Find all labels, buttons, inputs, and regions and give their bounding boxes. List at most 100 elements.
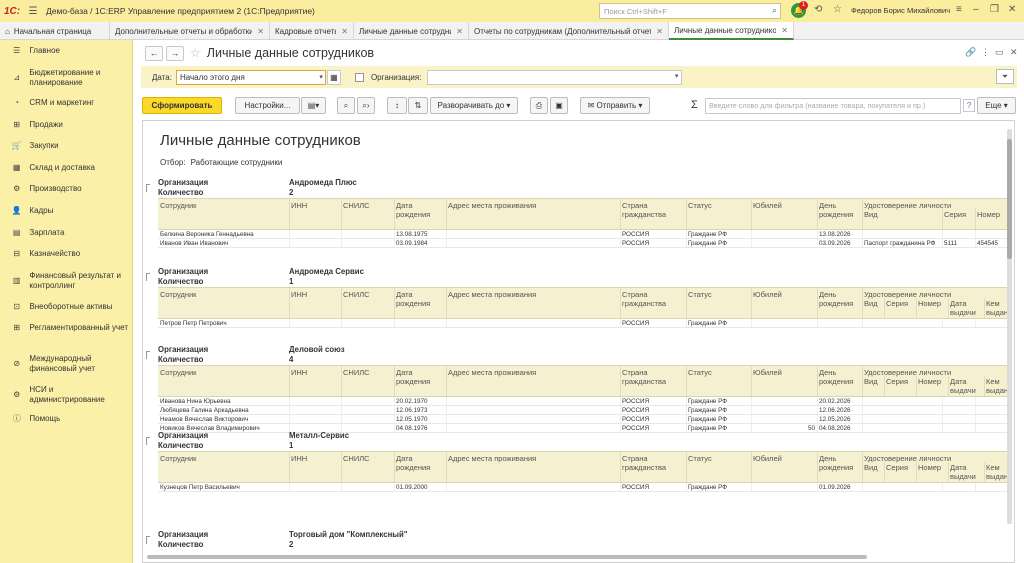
tab-0[interactable]: ⌂ Начальная страница xyxy=(0,22,110,40)
sidebar-item-budgeting[interactable]: ⊿ Бюджетирование и планирование xyxy=(0,68,130,87)
tab-3[interactable]: Личные данные сотрудников ✕ xyxy=(354,22,469,40)
group-collapse-line[interactable] xyxy=(146,536,150,544)
dropdown-arrow-icon[interactable]: ▾ xyxy=(319,71,323,84)
menu-icon[interactable]: ☰ xyxy=(26,4,40,18)
sidebar-item-sales[interactable]: ⊞ Продажи xyxy=(0,120,130,130)
minimize-icon[interactable]: – xyxy=(973,4,979,15)
close-tab-icon[interactable]: ✕ xyxy=(341,27,348,36)
sidebar-item-help[interactable]: ⓘ Помощь xyxy=(0,414,130,424)
sidebar-item-main[interactable]: ☰ Главное xyxy=(0,46,130,56)
sidebar-item-purchases[interactable]: 🛒 Закупки xyxy=(0,141,130,151)
tab-label: Кадровые отчеты xyxy=(275,26,337,36)
tab-4[interactable]: Отчеты по сотрудникам (Дополнительный от… xyxy=(469,22,669,40)
table-row[interactable]: Кузнецов Петр Васильевич 01.09.2000 РОССИЯ… xyxy=(158,483,1008,492)
find-next-icon[interactable]: ⌕› xyxy=(357,97,375,114)
variants-button[interactable]: ▤▾ xyxy=(301,97,326,114)
favorite-star-icon[interactable]: ☆ xyxy=(190,46,201,60)
search-icon[interactable]: ⌕ xyxy=(772,5,777,16)
more-button[interactable]: Еще ▾ xyxy=(977,97,1016,114)
close-tab-icon[interactable]: ✕ xyxy=(257,27,264,36)
calendar-icon[interactable]: ▦ xyxy=(326,69,341,85)
sidebar-item-hr[interactable]: 👤 Кадры xyxy=(0,206,130,216)
close-window-icon[interactable]: ✕ xyxy=(1008,4,1016,15)
favorites-icon[interactable]: ☆ xyxy=(833,4,842,15)
print-icon[interactable]: ⎙ xyxy=(530,97,548,114)
sort-desc-icon[interactable]: ⇅ xyxy=(408,97,428,114)
tab-1[interactable]: Дополнительные отчеты и обработки ✕ xyxy=(110,22,270,40)
table-row[interactable]: Неамов Вячеслав Викторович 12.05.1970 РОСС… xyxy=(158,415,1008,424)
sidebar-item-financial-result[interactable]: ▥ Финансовый результат и контроллинг xyxy=(0,271,130,290)
sidebar-item-regulated-accounting[interactable]: ⊞ Регламентированный учет xyxy=(0,323,130,333)
organization-field[interactable]: ▾ xyxy=(427,69,683,85)
close-tab-icon[interactable]: ✕ xyxy=(781,26,788,35)
expand-to-button[interactable]: Разворачивать до ▾ xyxy=(430,97,518,114)
forward-button[interactable]: → xyxy=(166,45,184,61)
home-icon: ⌂ xyxy=(5,26,10,36)
horizontal-scrollbar[interactable] xyxy=(147,555,867,559)
financial-result-icon: ▥ xyxy=(12,275,21,285)
preview-icon[interactable]: ▣ xyxy=(550,97,568,114)
column-divider xyxy=(942,230,943,238)
cell-country: РОССИЯ xyxy=(622,407,650,414)
back-button[interactable]: ← xyxy=(145,45,163,61)
table-row[interactable]: Любяцева Галина Аркадьевна 12.06.1973 РОСС… xyxy=(158,406,1008,415)
sidebar-item-payroll[interactable]: ▤ Зарплата xyxy=(0,228,130,238)
cell-country: РОССИЯ xyxy=(622,240,650,247)
find-icon[interactable]: ⌕ xyxy=(337,97,355,114)
table-row[interactable]: Иванов Иван Иванович 03.09.1984 РОССИЯ Граж… xyxy=(158,239,1008,248)
sidebar-item-treasury[interactable]: ⊟ Казначейство xyxy=(0,249,130,259)
org-header-value: 1 xyxy=(289,277,294,286)
main-icon: ☰ xyxy=(13,46,21,55)
table-row[interactable]: Иванова Нина Юрьевна 20.02.1970 РОССИЯ Граж… xyxy=(158,397,1008,406)
history-icon[interactable]: ⟲ xyxy=(814,4,822,15)
organization-checkbox[interactable] xyxy=(354,72,364,82)
group-collapse-line[interactable] xyxy=(146,437,150,445)
vertical-scroll-thumb[interactable] xyxy=(1007,139,1012,259)
column-divider xyxy=(686,319,687,327)
column-divider xyxy=(862,319,863,327)
filter-funnel-icon[interactable]: ⏷ xyxy=(996,69,1014,84)
settings-button[interactable]: Настройки... xyxy=(235,97,300,114)
sidebar-item-ifrs[interactable]: ⊘ Международный финансовый учет xyxy=(0,354,130,373)
group-collapse-line[interactable] xyxy=(146,351,150,359)
tab-5[interactable]: Личные данные сотрудников ✕ xyxy=(669,22,794,40)
column-header-birthday: День рождения xyxy=(819,201,854,219)
org-header-label: Количество xyxy=(158,540,204,549)
page-title: Личные данные сотрудников xyxy=(206,46,375,60)
report-area[interactable]: Личные данные сотрудников Отбор: Работающ… xyxy=(142,120,1015,563)
column-divider xyxy=(862,230,863,238)
settings-icon[interactable]: ≡ xyxy=(956,4,962,15)
org-header: Организация Количество Андромеда Сервис 1 xyxy=(158,267,1008,287)
global-search-input[interactable]: Поиск Ctrl+Shift+F ⌕ xyxy=(599,3,781,19)
group-collapse-line[interactable] xyxy=(146,184,150,192)
link-icon[interactable]: 🔗 xyxy=(965,47,976,58)
column-header-inn: ИНН xyxy=(291,290,308,299)
generate-button[interactable]: Сформировать xyxy=(142,97,222,114)
table-row[interactable]: Петров Петр Петрович РОССИЯ Граждане РФ xyxy=(158,319,1008,328)
table-row[interactable]: Белкина Вероника Геннадьевна 13.08.1975 РО… xyxy=(158,230,1008,239)
send-button[interactable]: ✉ Отправить ▾ xyxy=(580,97,650,114)
dropdown-arrow-icon[interactable]: ▾ xyxy=(675,72,679,80)
sum-icon[interactable]: Σ xyxy=(691,99,698,111)
maximize-icon[interactable]: ▭ xyxy=(995,47,1004,58)
sidebar-item-crm[interactable]: ◔ CRM и маркетинг xyxy=(0,98,130,108)
help-icon[interactable]: ? xyxy=(963,99,975,112)
tab-2[interactable]: Кадровые отчеты ✕ xyxy=(270,22,354,40)
close-tab-icon[interactable]: ✕ xyxy=(456,27,463,36)
restore-icon[interactable]: ❐ xyxy=(990,4,999,15)
sidebar-item-production[interactable]: ⚙ Производство xyxy=(0,184,130,194)
date-field[interactable]: Начало этого дня ▾ xyxy=(175,69,326,85)
column-header-snils: СНИЛС xyxy=(343,454,370,463)
close-tab-icon[interactable]: ✕ xyxy=(656,27,663,36)
more-actions-icon[interactable]: ⋮ xyxy=(981,47,990,58)
sidebar-item-warehouse[interactable]: ▦ Склад и доставка xyxy=(0,163,130,173)
group-collapse-line[interactable] xyxy=(146,273,150,281)
content-area: ← → ☆ Личные данные сотрудников 🔗 ⋮ ▭ ✕ … xyxy=(134,40,1024,563)
sort-asc-icon[interactable]: ↕ xyxy=(387,97,407,114)
sidebar-item-nsi-admin[interactable]: ⚙ НСИ и администрирование xyxy=(0,385,130,404)
column-header-inn: ИНН xyxy=(291,201,308,210)
user-name[interactable]: Федоров Борис Михайлович xyxy=(851,6,950,15)
report-filter-input[interactable]: Введите слово для фильтра (название това… xyxy=(705,98,961,114)
sidebar-item-fixed-assets[interactable]: ⊡ Внеоборотные активы xyxy=(0,302,130,312)
close-form-icon[interactable]: ✕ xyxy=(1010,47,1018,58)
